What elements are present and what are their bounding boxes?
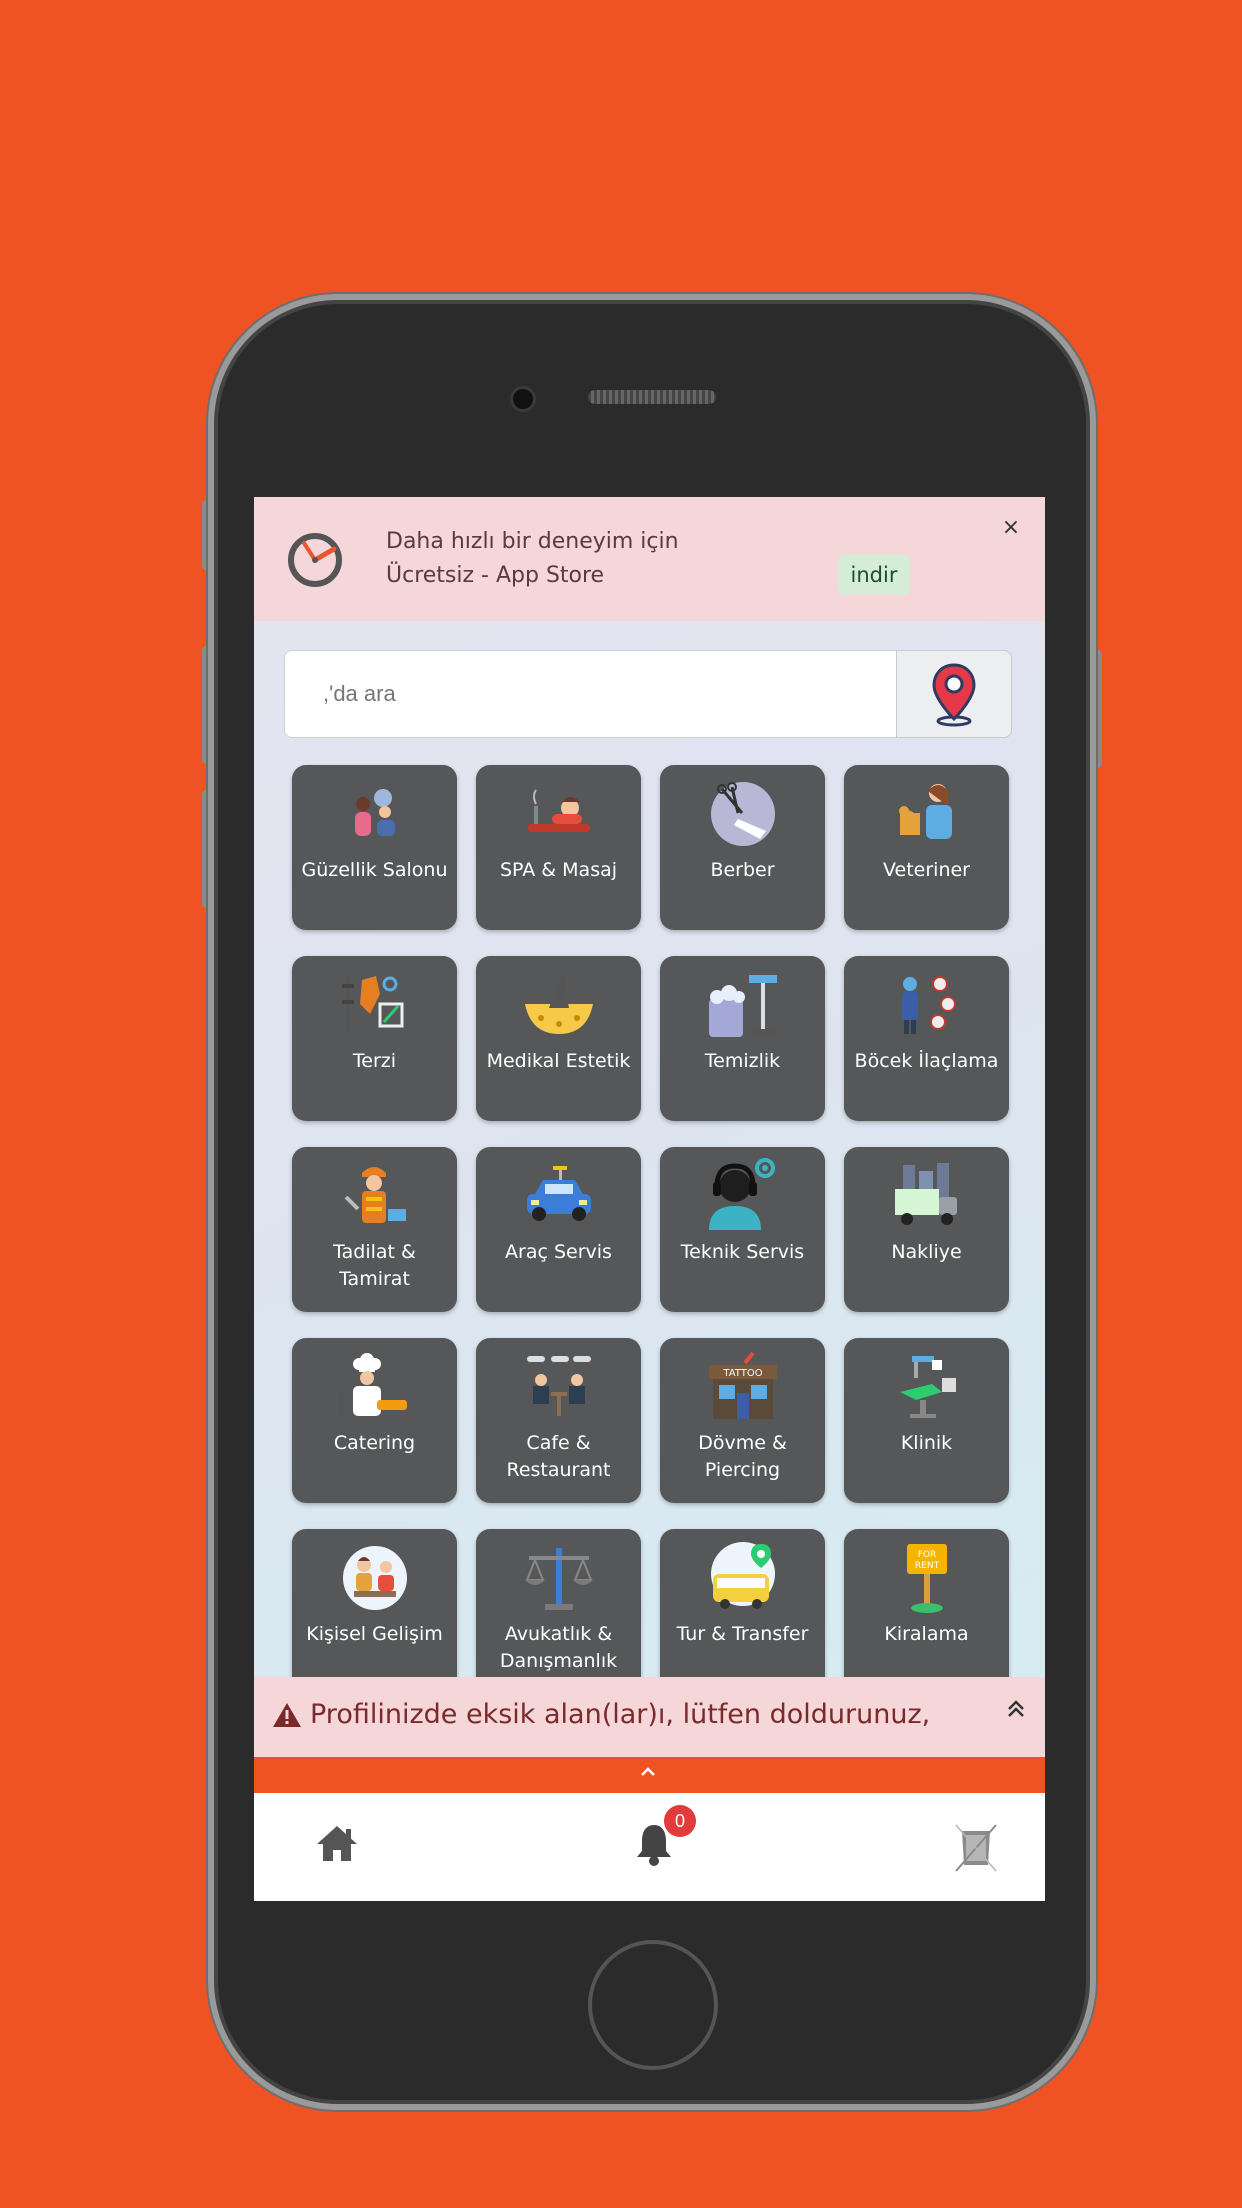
svg-text:RENT: RENT (914, 1561, 939, 1571)
category-tile-teknik-servis[interactable]: Teknik Servis (660, 1147, 825, 1312)
home-hardware-button[interactable] (588, 1940, 718, 2070)
category-label: Medikal Estetik (486, 1050, 631, 1072)
barber-scissors-icon (705, 779, 781, 849)
category-tile-kisisel-gelisim[interactable]: Kişisel Gelişim (292, 1529, 457, 1694)
category-tile-arac-servis[interactable]: Araç Servis (476, 1147, 641, 1312)
category-label: Teknik Servis (680, 1241, 805, 1263)
category-label: Tur & Transfer (676, 1623, 809, 1645)
cafe-restaurant-icon (521, 1352, 597, 1422)
earpiece-speaker (588, 390, 716, 404)
tattoo-piercing-icon: TATTOO (705, 1351, 781, 1422)
category-label: Temizlik (704, 1050, 781, 1072)
chevron-up-icon (641, 1767, 655, 1776)
map-pin-icon (932, 663, 976, 727)
category-label: Dövme & Piercing (698, 1432, 787, 1481)
tour-bus-icon (705, 1542, 781, 1613)
category-label: Araç Servis (505, 1241, 612, 1263)
category-tile-dovme-piercing[interactable]: TATTOO Dövme & Piercing (660, 1338, 825, 1503)
category-tile-spa-masaj[interactable]: SPA & Masaj (476, 765, 641, 930)
pest-control-icon (889, 970, 965, 1040)
app-logo-icon (288, 533, 342, 587)
profile-warning-text: Profilinizde eksik alan(lar)ı, lütfen do… (310, 1699, 931, 1730)
front-camera (510, 386, 536, 412)
category-tile-tadilat-tamirat[interactable]: Tadilat & Tamirat (292, 1147, 457, 1312)
category-label: Kişisel Gelişim (306, 1623, 443, 1645)
category-tile-guzellik-salonu[interactable]: Güzellik Salonu (292, 765, 457, 930)
svg-text:FOR: FOR (917, 1550, 936, 1560)
category-tile-veteriner[interactable]: Veteriner (844, 765, 1009, 930)
category-tile-bocek-ilaclama[interactable]: Böcek İlaçlama (844, 956, 1009, 1121)
tailor-icon (337, 970, 413, 1040)
category-tile-medikal-estetik[interactable]: Medikal Estetik (476, 956, 641, 1121)
location-button[interactable] (896, 650, 1012, 738)
bottom-nav: 0 (254, 1793, 1045, 1901)
category-label: Nakliye (891, 1241, 962, 1263)
profile-warning-bar[interactable]: Profilinizde eksik alan(lar)ı, lütfen do… (254, 1677, 1045, 1757)
notification-count-badge: 0 (664, 1805, 696, 1837)
category-label: Cafe & Restaurant (506, 1432, 611, 1481)
category-tile-kiralama[interactable]: FOR RENT Kiralama (844, 1529, 1009, 1694)
cleaning-icon (705, 970, 781, 1040)
expand-strip[interactable] (254, 1757, 1045, 1793)
empty-basket-icon[interactable] (952, 1821, 1000, 1873)
category-tile-klinik[interactable]: Klinik (844, 1338, 1009, 1503)
category-tile-nakliye[interactable]: Nakliye (844, 1147, 1009, 1312)
technical-service-icon (705, 1158, 781, 1231)
veterinarian-icon (889, 779, 965, 849)
svg-text:TATTOO: TATTOO (722, 1368, 762, 1379)
for-rent-sign-icon: FOR RENT (889, 1543, 965, 1613)
car-service-icon (521, 1161, 597, 1231)
medical-aesthetic-icon (521, 970, 597, 1040)
home-icon[interactable] (314, 1823, 360, 1863)
search-input[interactable] (284, 650, 896, 738)
category-label: Catering (333, 1432, 416, 1454)
beauty-salon-icon (337, 779, 413, 849)
catering-chef-icon (337, 1352, 413, 1422)
category-tile-tur-transfer[interactable]: Tur & Transfer (660, 1529, 825, 1694)
category-grid: Güzellik Salonu SPA & Masaj Berber Veter… (292, 765, 1012, 1694)
banner-subtitle: Ücretsiz - App Store (386, 563, 605, 588)
moving-truck-icon (889, 1161, 965, 1231)
category-label: Avukatlık & Danışmanlık (499, 1623, 618, 1672)
warning-triangle-icon (273, 1703, 301, 1727)
spa-massage-icon (521, 779, 597, 849)
category-label: Tadilat & Tamirat (333, 1241, 416, 1290)
personal-development-icon (337, 1543, 413, 1613)
renovation-repair-icon (337, 1161, 413, 1231)
download-button[interactable]: indir (838, 555, 910, 595)
law-scales-icon (521, 1543, 597, 1613)
category-label: Berber (710, 859, 775, 881)
category-tile-avukatlik-danismanlik[interactable]: Avukatlık & Danışmanlık (476, 1529, 641, 1694)
category-tile-cafe-restaurant[interactable]: Cafe & Restaurant (476, 1338, 641, 1503)
double-chevron-up-icon[interactable] (1006, 1697, 1026, 1721)
category-label: Veteriner (883, 859, 970, 881)
category-label: Güzellik Salonu (301, 859, 448, 881)
category-tile-catering[interactable]: Catering (292, 1338, 457, 1503)
category-tile-temizlik[interactable]: Temizlik (660, 956, 825, 1121)
category-label: Böcek İlaçlama (854, 1050, 999, 1072)
category-tile-berber[interactable]: Berber (660, 765, 825, 930)
clinic-icon (889, 1352, 965, 1422)
category-label: Kiralama (884, 1623, 969, 1645)
app-screen: Daha hızlı bir deneyim için Ücretsiz - A… (254, 497, 1045, 1901)
app-download-banner: Daha hızlı bir deneyim için Ücretsiz - A… (254, 497, 1045, 621)
category-tile-terzi[interactable]: Terzi (292, 956, 457, 1121)
category-label: SPA & Masaj (499, 859, 618, 881)
close-banner-button[interactable]: × (996, 513, 1026, 543)
banner-title: Daha hızlı bir deneyim için (386, 529, 679, 554)
category-label: Klinik (900, 1432, 953, 1454)
category-label: Terzi (352, 1050, 397, 1072)
